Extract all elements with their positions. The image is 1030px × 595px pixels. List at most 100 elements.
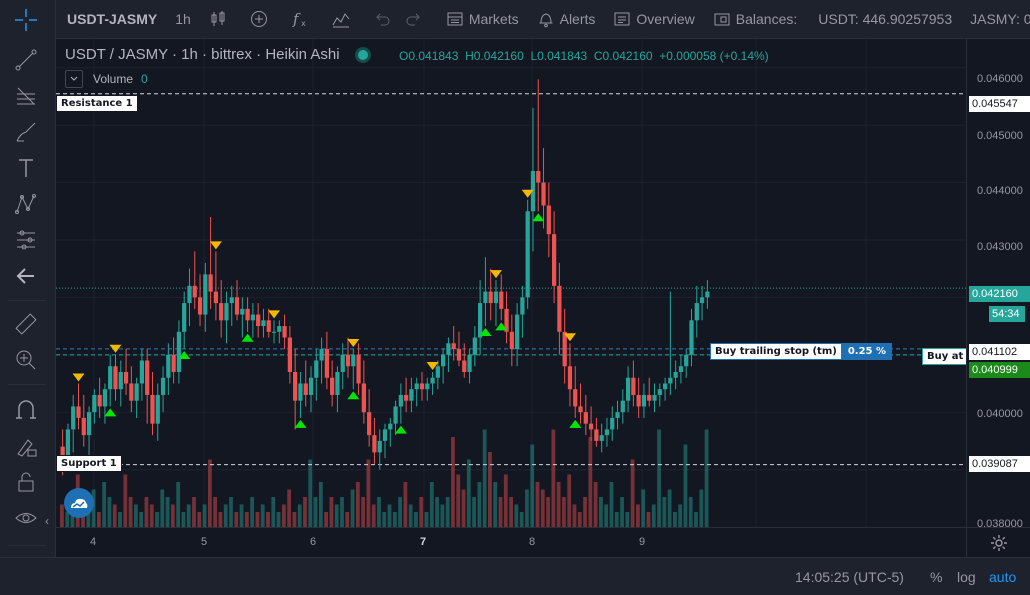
candle-body <box>657 389 662 395</box>
buy-at-order[interactable]: Buy at <box>922 348 969 365</box>
buy-signal-marker <box>532 213 545 222</box>
price-tick: 0.044000 <box>977 185 1023 197</box>
candle-body <box>610 417 615 430</box>
volume-bar <box>651 504 656 527</box>
eye-icon[interactable] <box>14 506 38 530</box>
close-value: C0.042160 <box>593 49 653 63</box>
time-tick: 9 <box>639 536 646 548</box>
percent-scale-toggle[interactable]: % <box>930 569 942 585</box>
candle-body <box>372 435 377 453</box>
volume-bar <box>530 444 535 527</box>
compare-button[interactable] <box>241 0 282 38</box>
text-icon[interactable] <box>14 156 38 180</box>
candle-body <box>493 291 499 304</box>
chart-canvas[interactable] <box>56 39 966 527</box>
exchange-logo <box>64 488 94 518</box>
alerts-button[interactable]: Alerts <box>528 0 605 38</box>
svg-text:x: x <box>301 19 306 28</box>
support-label[interactable]: Support 1 <box>56 455 122 472</box>
volume-bar <box>139 512 144 527</box>
wallet-icon <box>714 13 730 26</box>
zoom-in-icon[interactable] <box>14 348 38 372</box>
buy-at-label: Buy at <box>927 351 964 362</box>
arrow-left-icon[interactable] <box>14 264 38 288</box>
balances-button[interactable]: Balances: <box>704 0 806 38</box>
trend-line-icon[interactable] <box>14 48 38 72</box>
candle-body <box>662 383 668 390</box>
prediction-icon[interactable] <box>14 228 38 252</box>
candle-body <box>261 320 266 327</box>
lock-icon[interactable] <box>14 470 38 494</box>
chart-settings-button[interactable] <box>966 527 1030 558</box>
markets-button[interactable]: Markets <box>437 0 528 38</box>
volume-bar <box>630 459 635 527</box>
volume-value: 0 <box>141 72 148 86</box>
markets-label: Markets <box>468 11 519 27</box>
candle-body <box>456 349 462 361</box>
brush-icon[interactable] <box>14 120 38 144</box>
volume-bar <box>625 512 630 527</box>
volume-bar <box>583 497 587 527</box>
candle-body <box>187 285 192 304</box>
volume-bar <box>361 497 366 527</box>
candle-body <box>377 440 382 453</box>
clock[interactable]: 14:05:25 (UTC-5) <box>795 569 904 585</box>
log-scale-toggle[interactable]: log <box>957 569 976 585</box>
collapse-legend-button[interactable] <box>65 70 83 88</box>
trailing-stop-order[interactable]: Buy trailing stop (tm) 0.25 % <box>710 343 893 360</box>
sell-signal-marker <box>489 270 502 279</box>
divider <box>8 384 46 385</box>
volume-bar <box>287 489 292 527</box>
volume-bar <box>112 504 117 527</box>
time-axis[interactable]: 4 5 6 7 8 9 <box>56 527 966 558</box>
magnet-icon[interactable] <box>14 398 38 422</box>
volume-bar <box>329 497 334 527</box>
candle-body <box>604 429 610 436</box>
volume-bar <box>620 497 624 527</box>
candle-body <box>573 389 578 407</box>
undo-button[interactable] <box>364 0 405 38</box>
candle-body <box>546 205 551 235</box>
candlestick-chart[interactable] <box>56 39 966 527</box>
indicators-button[interactable]: fx <box>282 0 323 38</box>
candle-body <box>588 423 594 430</box>
candle-body <box>541 182 546 206</box>
trailing-stop-percent[interactable]: 0.25 % <box>841 343 893 360</box>
templates-button[interactable] <box>323 0 364 38</box>
candle-body <box>567 366 573 390</box>
fib-retracement-icon[interactable] <box>14 84 38 108</box>
volume-bar <box>540 489 545 527</box>
candle-body <box>483 291 488 304</box>
resistance-label[interactable]: Resistance 1 <box>56 95 138 112</box>
volume-bar <box>440 504 445 527</box>
candle-body <box>520 297 525 315</box>
auto-scale-toggle[interactable]: auto <box>989 569 1016 585</box>
candle-body <box>330 377 335 395</box>
redo-button[interactable] <box>405 0 437 38</box>
price-axis[interactable]: 0.046000 0.045000 0.044000 0.043000 0.04… <box>966 39 1030 530</box>
candle-body <box>234 297 240 315</box>
volume-bar <box>144 497 149 527</box>
trailing-price-label: 0.041102 <box>969 344 1030 360</box>
lock-drawing-icon[interactable] <box>14 434 38 458</box>
time-tick: 4 <box>90 536 97 548</box>
interval-selector[interactable]: 1h <box>166 0 200 38</box>
volume-bar <box>683 444 688 527</box>
pattern-icon[interactable] <box>14 192 38 216</box>
ruler-icon[interactable] <box>14 312 38 336</box>
buy-signal-marker <box>394 425 407 434</box>
crosshair-icon[interactable] <box>14 8 38 32</box>
candle-body <box>303 383 308 395</box>
volume-bar <box>572 504 577 527</box>
volume-bar <box>340 497 344 527</box>
chart-type-button[interactable] <box>200 0 241 38</box>
overview-button[interactable]: Overview <box>604 0 703 38</box>
candle-body <box>118 371 123 390</box>
volume-bar <box>604 504 609 527</box>
divider <box>8 300 46 301</box>
volume-bar <box>96 512 101 527</box>
candle-body <box>277 326 282 332</box>
volume-bar <box>488 452 492 527</box>
volume-bar <box>392 512 397 527</box>
volume-bar <box>165 497 170 527</box>
